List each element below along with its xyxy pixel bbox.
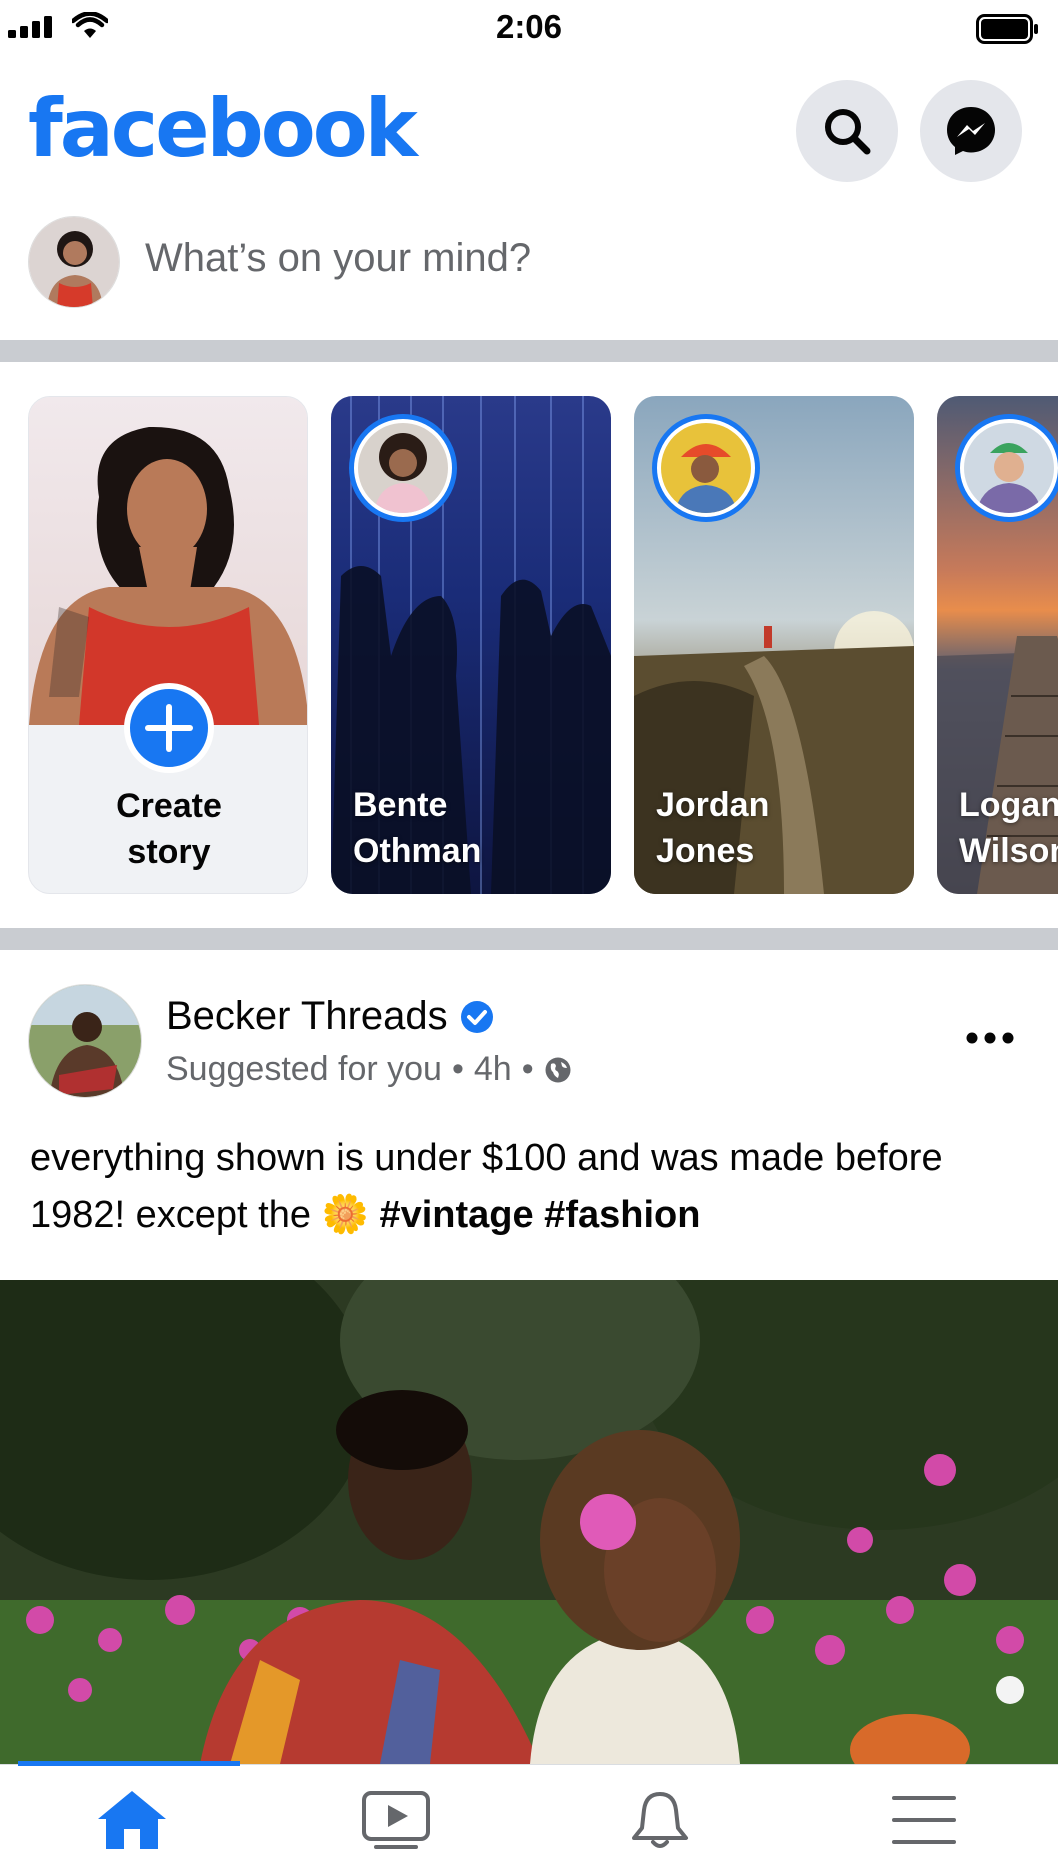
story-card[interactable]: Bente Othman — [331, 396, 611, 894]
my-avatar[interactable] — [28, 216, 120, 308]
messenger-button[interactable] — [920, 80, 1022, 182]
search-icon — [825, 109, 871, 155]
meta-separator: • — [451, 1050, 464, 1088]
meta-separator: • — [521, 1050, 534, 1088]
plus-icon — [145, 704, 193, 752]
post-photo[interactable] — [0, 1280, 1058, 1764]
home-icon — [98, 1791, 166, 1849]
add-story-button[interactable] — [124, 683, 214, 773]
top-app-bar: facebook — [0, 60, 1058, 200]
composer-input[interactable]: What’s on your mind? — [145, 236, 531, 281]
video-icon — [362, 1791, 430, 1849]
section-divider — [0, 928, 1058, 950]
story-author-name: Jordan Jones — [656, 786, 770, 870]
story-author-name: Logan Wilson — [959, 786, 1058, 870]
post-author[interactable]: Becker Threads — [166, 994, 494, 1039]
story-card[interactable]: Logan Wilson — [937, 396, 1058, 894]
menu-icon — [892, 1796, 956, 1844]
status-time: 2:06 — [495, 8, 563, 45]
tab-watch[interactable] — [264, 1765, 528, 1874]
tab-notifications[interactable] — [528, 1765, 792, 1874]
post-composer[interactable]: What’s on your mind? — [0, 200, 1058, 340]
stories-tray[interactable]: Create story Bente Othman Jordan Jones L… — [0, 362, 1058, 928]
post-time[interactable]: 4h — [474, 1050, 512, 1089]
create-story-card[interactable]: Create story — [28, 396, 308, 894]
verified-badge-icon — [460, 1000, 493, 1033]
battery-icon — [976, 14, 1038, 44]
create-story-photo — [29, 397, 307, 725]
post-hashtags[interactable]: #vintage #fashion — [379, 1194, 700, 1236]
post-options-button[interactable] — [966, 1030, 1014, 1051]
bell-icon — [632, 1792, 688, 1848]
story-avatar — [349, 414, 457, 522]
section-divider — [0, 340, 1058, 362]
post-header: Becker Threads Suggested for you • 4h • — [0, 950, 1058, 1110]
story-avatar — [652, 414, 760, 522]
story-card[interactable]: Jordan Jones — [634, 396, 914, 894]
facebook-logo[interactable]: facebook — [28, 82, 418, 175]
post-author-avatar[interactable] — [28, 984, 142, 1098]
status-bar: 2:06 — [0, 0, 1058, 56]
story-author-name: Bente Othman — [353, 786, 482, 870]
more-icon — [966, 1032, 1014, 1044]
messenger-icon — [947, 107, 995, 155]
story-avatar — [955, 414, 1058, 522]
search-button[interactable] — [796, 80, 898, 182]
post-suggested-label: Suggested for you — [166, 1050, 442, 1088]
post-text: everything shown is under $100 and was m… — [30, 1137, 943, 1236]
bottom-tab-bar — [0, 1761, 1058, 1874]
tab-home[interactable] — [0, 1765, 264, 1874]
post-meta: Suggested for you • 4h • — [166, 1050, 572, 1089]
flower-emoji: 🌼 — [321, 1194, 369, 1236]
create-story-label: Create story — [116, 787, 222, 871]
tab-menu[interactable] — [792, 1765, 1056, 1874]
globe-icon — [545, 1057, 571, 1082]
